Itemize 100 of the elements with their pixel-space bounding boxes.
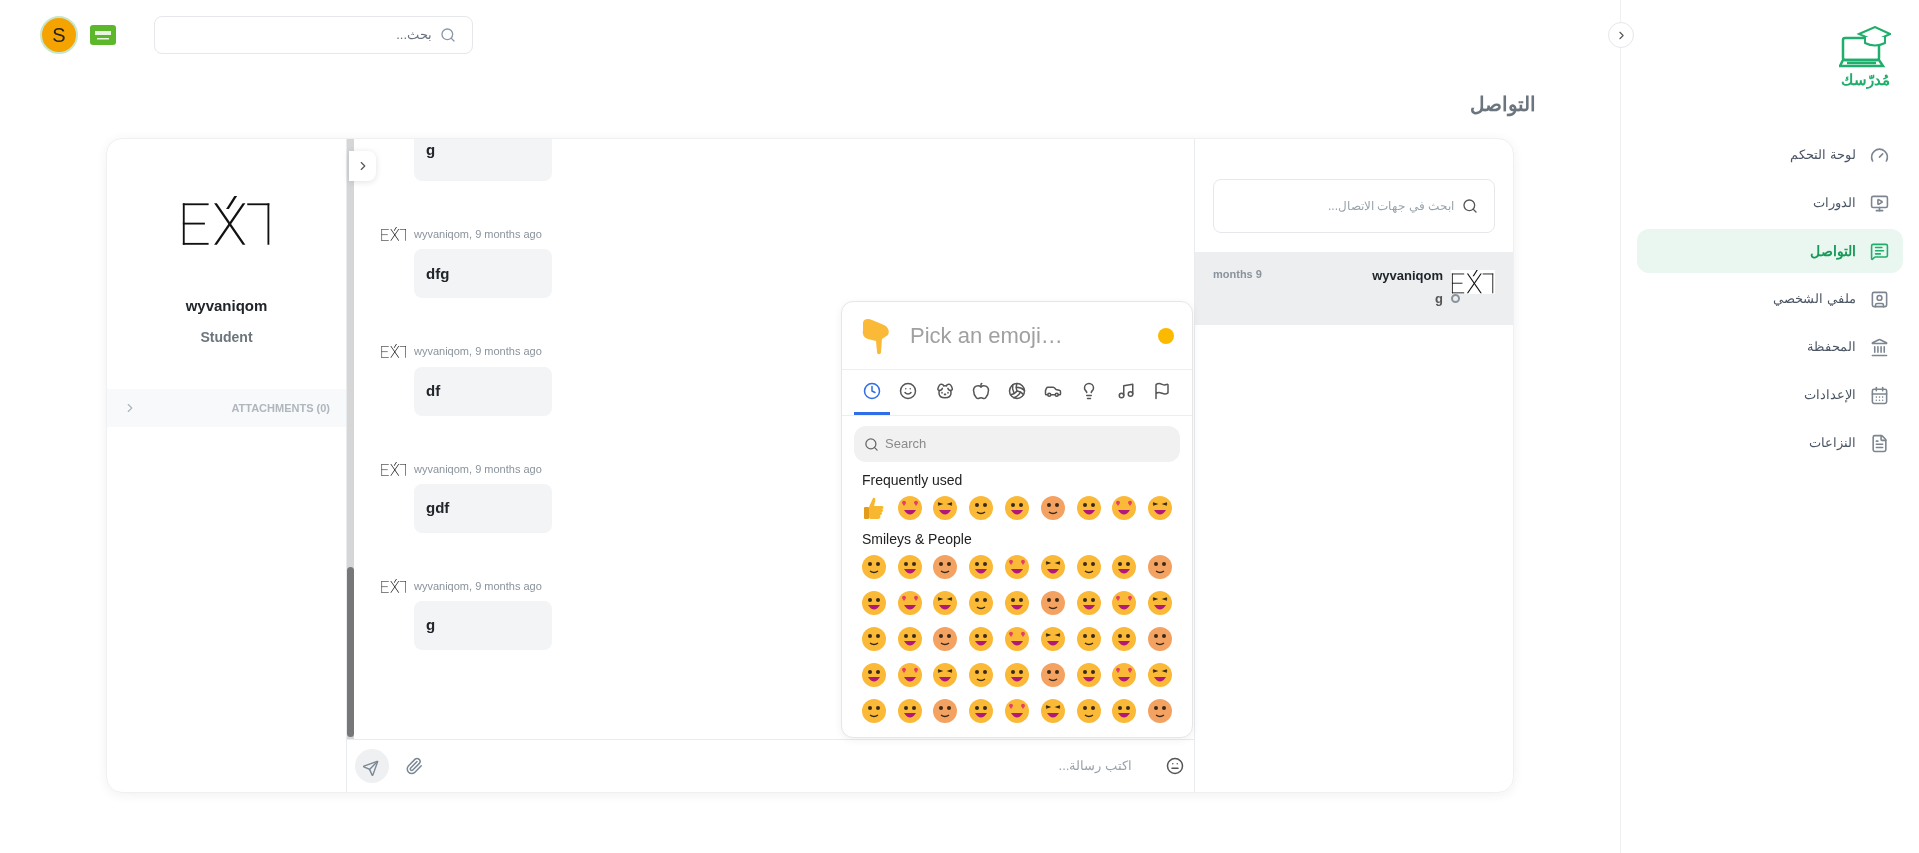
smiley-icon[interactable] [1039, 554, 1066, 580]
message-meta: wyvaniqom, 9 months ago [414, 344, 542, 359]
dog-icon [935, 382, 954, 400]
smiley-icon[interactable] [1075, 698, 1102, 724]
smiley-icon[interactable] [932, 662, 959, 688]
message-bubble: gdf [414, 483, 552, 533]
search-icon [440, 27, 456, 43]
message-bubble: g [414, 139, 552, 181]
smiley-icon[interactable] [1075, 590, 1102, 616]
sidebar-item[interactable]: الدورات [1637, 181, 1903, 225]
smiley-icon[interactable] [1039, 495, 1066, 521]
smiley-icon[interactable] [860, 662, 887, 688]
contact-last-message: g [1435, 289, 1443, 308]
smiley-icon[interactable] [932, 590, 959, 616]
flag-icon [1152, 382, 1171, 400]
message-bubble: df [414, 366, 552, 416]
smiley-icon[interactable] [1039, 698, 1066, 724]
smiley-icon[interactable] [1147, 698, 1174, 724]
smiley-icon[interactable] [860, 554, 887, 580]
user-avatar[interactable]: S [40, 16, 78, 54]
message-meta: wyvaniqom, 9 months ago [414, 227, 542, 241]
smiley-icon[interactable] [1147, 495, 1174, 521]
message-meta: wyvaniqom, 9 months ago [414, 578, 542, 593]
emoji-section-title: Smileys & People [861, 530, 973, 549]
smiley-icon[interactable] [896, 590, 923, 616]
smiley-icon[interactable] [1147, 554, 1174, 580]
message-bubble: g [414, 601, 552, 651]
smiley-icon [899, 382, 918, 400]
smiley-icon[interactable] [896, 698, 923, 724]
smiley-icon[interactable] [1111, 626, 1138, 652]
emoji-preview-text: Pick an emoji… [910, 322, 1064, 350]
smiley-icon[interactable] [1004, 495, 1030, 521]
contact-time: months 9 [1213, 267, 1262, 282]
smiley-icon[interactable] [1147, 626, 1174, 652]
smiley-icon[interactable] [968, 590, 995, 616]
contact-row[interactable]: months 9 wyvaniqom g [1195, 252, 1513, 325]
emoji-section-title: Frequently used [861, 471, 964, 490]
profile-role: Student [199, 328, 254, 348]
smiley-icon[interactable] [1004, 590, 1030, 616]
document-icon [1870, 433, 1889, 453]
send-button[interactable] [355, 749, 389, 783]
smiley-icon[interactable] [1004, 554, 1030, 580]
sidebar-item[interactable]: النزاعات [1637, 421, 1903, 465]
user-icon [1870, 289, 1889, 309]
smiley-icon[interactable] [1147, 590, 1174, 616]
smiley-icon[interactable] [896, 554, 923, 580]
sidebar-item[interactable]: ملفي الشخصي [1637, 277, 1903, 321]
smiley-icon[interactable] [1075, 554, 1102, 580]
contact-name: wyvaniqom [1372, 267, 1443, 285]
smiley-icon[interactable] [1004, 698, 1030, 724]
smiley-icon[interactable] [1111, 495, 1138, 521]
chat-icon [1870, 241, 1889, 261]
gauge-icon [1870, 145, 1889, 165]
smiley-icon[interactable] [860, 626, 887, 652]
smiley-icon[interactable] [1111, 554, 1138, 580]
smiley-icon[interactable] [860, 698, 887, 724]
smiley-icon[interactable] [1039, 590, 1066, 616]
smiley-icon[interactable] [968, 554, 995, 580]
smiley-icon[interactable] [860, 590, 887, 616]
message-meta: wyvaniqom, 9 months ago [414, 461, 542, 476]
scrollbar[interactable] [347, 139, 354, 739]
attach-icon[interactable] [405, 757, 423, 775]
smiley-icon[interactable] [1075, 662, 1102, 688]
sidebar-item[interactable]: المحفظة [1637, 325, 1903, 369]
smiley-icon[interactable] [932, 698, 959, 724]
smiley-icon[interactable] [896, 495, 923, 521]
smiley-icon[interactable] [968, 495, 995, 521]
clock-icon [863, 382, 882, 400]
smiley-icon[interactable] [1111, 662, 1138, 688]
sidebar-item[interactable]: الإعدادات [1637, 373, 1903, 417]
smiley-icon[interactable] [968, 662, 995, 688]
smiley-icon[interactable] [932, 626, 959, 652]
smiley-icon[interactable] [1075, 626, 1102, 652]
page-title: التواصل [1470, 92, 1536, 119]
smiley-icon[interactable] [1111, 698, 1138, 724]
smiley-icon[interactable] [1075, 495, 1102, 521]
bank-icon [1870, 337, 1889, 357]
smiley-icon[interactable] [1004, 626, 1030, 652]
smiley-icon[interactable] [968, 698, 995, 724]
search-field[interactable]: بحث... [154, 16, 473, 54]
message-bubble: dfg [414, 249, 552, 299]
smiley-icon[interactable] [1111, 590, 1138, 616]
smiley-icon[interactable] [1004, 662, 1030, 688]
emoji-icon[interactable] [1166, 757, 1184, 775]
sidebar-item[interactable]: لوحة التحكم [1637, 133, 1903, 177]
smiley-icon[interactable] [968, 626, 995, 652]
search-icon [1462, 198, 1478, 214]
smiley-icon[interactable] [1147, 662, 1174, 688]
monitor-icon [1870, 193, 1889, 213]
smiley-icon[interactable] [1039, 626, 1066, 652]
smiley-icon[interactable] [932, 495, 959, 521]
profile-name: wyvaniqom [184, 295, 269, 316]
smiley-icon[interactable] [1039, 662, 1066, 688]
smiley-icon[interactable] [932, 554, 959, 580]
smiley-icon[interactable] [896, 626, 923, 652]
smiley-icon[interactable] [896, 662, 923, 688]
music-icon [1116, 382, 1135, 400]
calendar-icon [1870, 385, 1889, 405]
ball-icon [1008, 382, 1026, 400]
search-icon [864, 436, 879, 452]
